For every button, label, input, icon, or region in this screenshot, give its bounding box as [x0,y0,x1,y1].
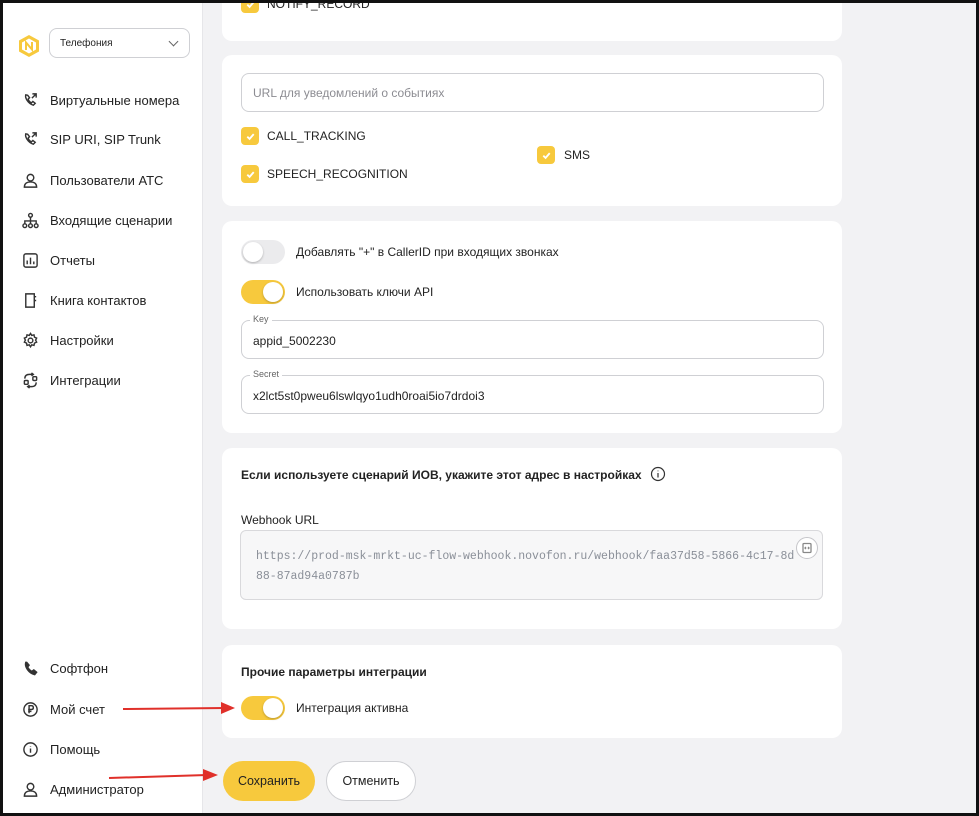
check-icon [246,133,254,140]
info-icon[interactable] [650,466,666,482]
speech-recognition-label: SPEECH_RECOGNITION [267,167,408,181]
annotation-arrow-icon [108,769,218,781]
sidebar-item-pbx-users[interactable]: Пользователи АТС [3,166,203,194]
sidebar-item-softphone[interactable]: Софтфон [3,654,203,682]
sidebar-item-label: Настройки [50,332,114,348]
other-params-title: Прочие параметры интеграции [241,665,427,679]
sidebar-item-virtual-numbers[interactable]: Виртуальные номера [3,86,203,114]
user-icon [21,171,39,189]
info-icon [21,740,39,758]
api-key-field[interactable]: Key appid_5002230 [241,314,824,359]
caller-id-plus-toggle[interactable] [241,240,285,264]
check-icon [542,152,550,159]
toggle-knob [243,242,263,262]
use-api-keys-toggle[interactable] [241,280,285,304]
ruble-icon [21,700,39,718]
sidebar-item-label: Интеграции [50,372,121,388]
webhook-url-label: Webhook URL [241,513,319,527]
toggle-knob [263,698,283,718]
user-icon [21,780,39,798]
sidebar-item-label: Входящие сценарии [50,212,173,228]
novofon-logo-icon[interactable] [17,34,41,58]
webhook-url-value: https://prod-msk-mrkt-uc-flow-webhook.no… [256,550,795,583]
notify-record-label: NOTIFY_RECORD [267,0,370,11]
phone-forward-icon [21,130,39,148]
integration-active-label: Интеграция активна [296,701,409,715]
copy-code-icon[interactable] [796,537,818,559]
caller-id-plus-label: Добавлять "+" в CallerID при входящих зв… [296,245,559,259]
api-card: Добавлять "+" в CallerID при входящих зв… [222,221,842,433]
cancel-button[interactable]: Отменить [326,761,416,801]
gear-icon [21,331,39,349]
call-tracking-label: CALL_TRACKING [267,129,366,143]
sidebar-item-label: Софтфон [50,660,109,676]
sidebar-item-label: Мой счет [50,701,105,717]
chart-icon [21,251,39,269]
speech-recognition-checkbox[interactable] [241,165,259,183]
webhook-card-title: Если используете сценарий ИОВ, укажите э… [241,468,642,482]
hierarchy-icon [21,211,39,229]
sidebar-item-label: Книга контактов [50,292,147,308]
other-params-card: Прочие параметры интеграции Интеграция а… [222,645,842,738]
save-button[interactable]: Сохранить [223,761,315,801]
sidebar-item-label: Отчеты [50,252,95,268]
sms-checkbox[interactable] [537,146,555,164]
sms-label: SMS [564,148,591,162]
sidebar-item-help[interactable]: Помощь [3,735,203,763]
toggle-knob [263,282,283,302]
book-icon [21,291,39,309]
api-secret-label: Secret [250,369,283,379]
sidebar-item-label: Помощь [50,741,101,757]
phone-icon [21,659,39,677]
sidebar-item-label: SIP URI, SIP Trunk [50,131,161,147]
sidebar-item-contacts[interactable]: Книга контактов [3,286,203,314]
annotation-arrow-icon [122,702,235,714]
sidebar-item-label: Пользователи АТС [50,172,164,188]
integration-icon [21,371,39,389]
events-top-card: NOTIFY_RECORD [222,0,842,41]
sidebar-item-sip[interactable]: SIP URI, SIP Trunk [3,125,203,153]
phone-forward-icon [21,91,39,109]
api-key-label: Key [250,314,272,324]
api-secret-field[interactable]: Secret x2lct5st0pweu6lswlqyo1udh0roai5io… [241,369,824,414]
main-content: NOTIFY_RECORD URL для уведомлений о собы… [204,0,976,813]
events-url-input[interactable]: URL для уведомлений о событиях [241,73,824,112]
events-card: URL для уведомлений о событиях CALL_TRAC… [222,55,842,206]
call-tracking-checkbox[interactable] [241,127,259,145]
api-secret-value: x2lct5st0pweu6lswlqyo1udh0roai5io7drdoi3 [253,389,485,403]
notify-record-checkbox[interactable] [241,3,259,13]
sidebar-item-settings[interactable]: Настройки [3,326,203,354]
webhook-card: Если используете сценарий ИОВ, укажите э… [222,448,842,629]
check-icon [246,3,254,8]
product-select[interactable]: Телефония [49,28,190,58]
api-key-value: appid_5002230 [253,334,336,348]
chevron-down-icon [168,36,179,47]
app-window: Телефония Виртуальные номера SIP URI, SI… [0,0,979,816]
sidebar-item-incoming-scenarios[interactable]: Входящие сценарии [3,206,203,234]
sidebar: Телефония Виртуальные номера SIP URI, SI… [3,3,203,813]
integration-active-toggle[interactable] [241,696,285,720]
sidebar-item-reports[interactable]: Отчеты [3,246,203,274]
events-url-placeholder: URL для уведомлений о событиях [253,86,445,100]
product-select-value: Телефония [60,37,113,49]
sidebar-item-integrations[interactable]: Интеграции [3,366,203,394]
webhook-url-field[interactable]: https://prod-msk-mrkt-uc-flow-webhook.no… [240,530,823,600]
check-icon [246,171,254,178]
use-api-keys-label: Использовать ключи API [296,285,434,299]
sidebar-item-label: Виртуальные номера [50,92,180,108]
